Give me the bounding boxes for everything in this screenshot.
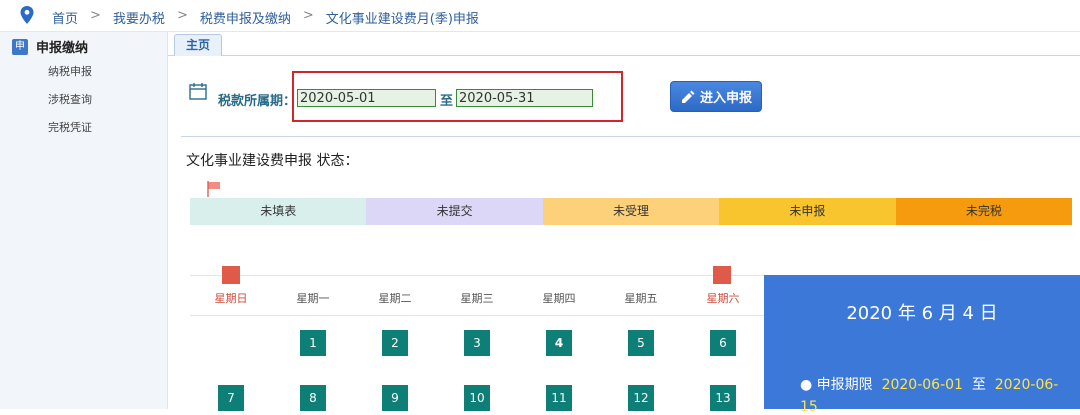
weekday-header: 星期三 xyxy=(460,292,494,305)
breadcrumb-separator: > xyxy=(176,8,188,23)
weekday-header: 星期六 xyxy=(706,292,740,305)
breadcrumb-separator: > xyxy=(90,8,101,23)
sidebar-item-tax-declaration[interactable]: 纳税申报 xyxy=(48,63,92,79)
breadcrumb-home[interactable]: 首页 xyxy=(52,8,78,27)
status-step: 未填表 xyxy=(190,198,367,225)
weekday-header: 星期四 xyxy=(542,292,576,305)
weekend-marker-icon xyxy=(222,266,240,284)
info-panel: 2020 年 6 月 4 日 ● 申报期限 2020-06-01 至 2020-… xyxy=(764,275,1080,415)
bullet-icon: ● xyxy=(800,377,813,393)
sidebar-header[interactable]: 申 申报缴纳 xyxy=(12,37,88,56)
calendar-day[interactable]: 3 xyxy=(464,330,490,356)
breadcrumb-current: 文化事业建设费月(季)申报 xyxy=(325,12,479,27)
breadcrumb-tax-tasks[interactable]: 我要办税 xyxy=(113,8,165,27)
declare-badge-icon: 申 xyxy=(12,38,28,55)
location-pin-icon xyxy=(20,6,34,24)
sidebar-item-tax-certificate[interactable]: 完税凭证 xyxy=(48,119,92,135)
weekday-header: 星期一 xyxy=(296,292,330,305)
calendar-day[interactable]: 9 xyxy=(382,385,408,411)
deadline-to-label: 至 xyxy=(971,377,986,393)
deadline-line: ● 申报期限 2020-06-01 至 2020-06- xyxy=(800,374,1058,394)
top-bar: 首页 > 我要办税 > 税费申报及缴纳 > 文化事业建设费月(季)申报 xyxy=(0,0,1080,32)
tab-bar: 主页 xyxy=(168,32,1080,56)
breadcrumb: 首页 > 我要办税 > 税费申报及缴纳 > 文化事业建设费月(季)申报 xyxy=(52,8,479,27)
period-end-input[interactable] xyxy=(456,89,593,107)
calendar-day[interactable]: 4 xyxy=(546,330,572,356)
breadcrumb-separator: > xyxy=(302,8,314,23)
deadline-until-continued: 15 xyxy=(800,399,818,415)
status-steps: 未填表 未提交 未受理 未申报 未完税 xyxy=(190,198,1073,225)
calendar-day[interactable]: 13 xyxy=(710,385,736,411)
calendar-day[interactable]: 10 xyxy=(464,385,490,411)
calendar-divider xyxy=(190,315,764,316)
period-to-label: 至 xyxy=(440,94,454,109)
edit-icon xyxy=(681,90,695,103)
weekday-header: 星期日 xyxy=(214,292,248,305)
divider xyxy=(181,136,1080,137)
enter-declaration-button[interactable]: 进入申报 xyxy=(670,81,762,112)
tax-period-label: 税款所属期： xyxy=(218,94,297,109)
calendar-day[interactable]: 6 xyxy=(710,330,736,356)
deadline-from: 2020-06-01 xyxy=(881,377,963,393)
sidebar-title: 申报缴纳 xyxy=(36,41,89,56)
calendar-day[interactable]: 11 xyxy=(546,385,572,411)
calendar-divider xyxy=(190,275,764,276)
status-title: 文化事业建设费申报 状态： xyxy=(186,153,359,169)
weekend-marker-icon xyxy=(713,266,731,284)
calendar-day[interactable]: 8 xyxy=(300,385,326,411)
sidebar-item-tax-query[interactable]: 涉税查询 xyxy=(48,91,92,107)
sidebar: 申 申报缴纳 纳税申报 涉税查询 完税凭证 xyxy=(0,32,168,409)
status-step: 未提交 xyxy=(366,198,543,225)
status-step: 未申报 xyxy=(719,198,896,225)
calendar-day[interactable]: 5 xyxy=(628,330,654,356)
deadline-label: 申报期限 xyxy=(816,377,873,393)
current-date: 2020 年 6 月 4 日 xyxy=(846,303,998,324)
period-start-input[interactable] xyxy=(297,89,436,107)
calendar-day[interactable]: 2 xyxy=(382,330,408,356)
weekday-header: 星期二 xyxy=(378,292,412,305)
calendar-day[interactable]: 1 xyxy=(300,330,326,356)
deadline-until: 2020-06- xyxy=(994,377,1059,393)
breadcrumb-declare-pay[interactable]: 税费申报及缴纳 xyxy=(200,8,291,27)
status-step: 未完税 xyxy=(895,198,1073,225)
calendar: 星期日 星期一 星期二 星期三 星期四 星期五 星期六 1 2 3 4 5 6 7 8 9 10 11 12 13 xyxy=(190,266,764,411)
tab-home[interactable]: 主页 xyxy=(174,34,222,56)
enter-declaration-label: 进入申报 xyxy=(699,91,752,106)
weekday-header: 星期五 xyxy=(624,292,658,305)
calendar-day[interactable]: 7 xyxy=(218,385,244,411)
calendar-icon xyxy=(189,83,207,100)
flag-icon xyxy=(207,181,220,197)
status-step: 未受理 xyxy=(542,198,720,225)
calendar-day[interactable]: 12 xyxy=(628,385,654,411)
